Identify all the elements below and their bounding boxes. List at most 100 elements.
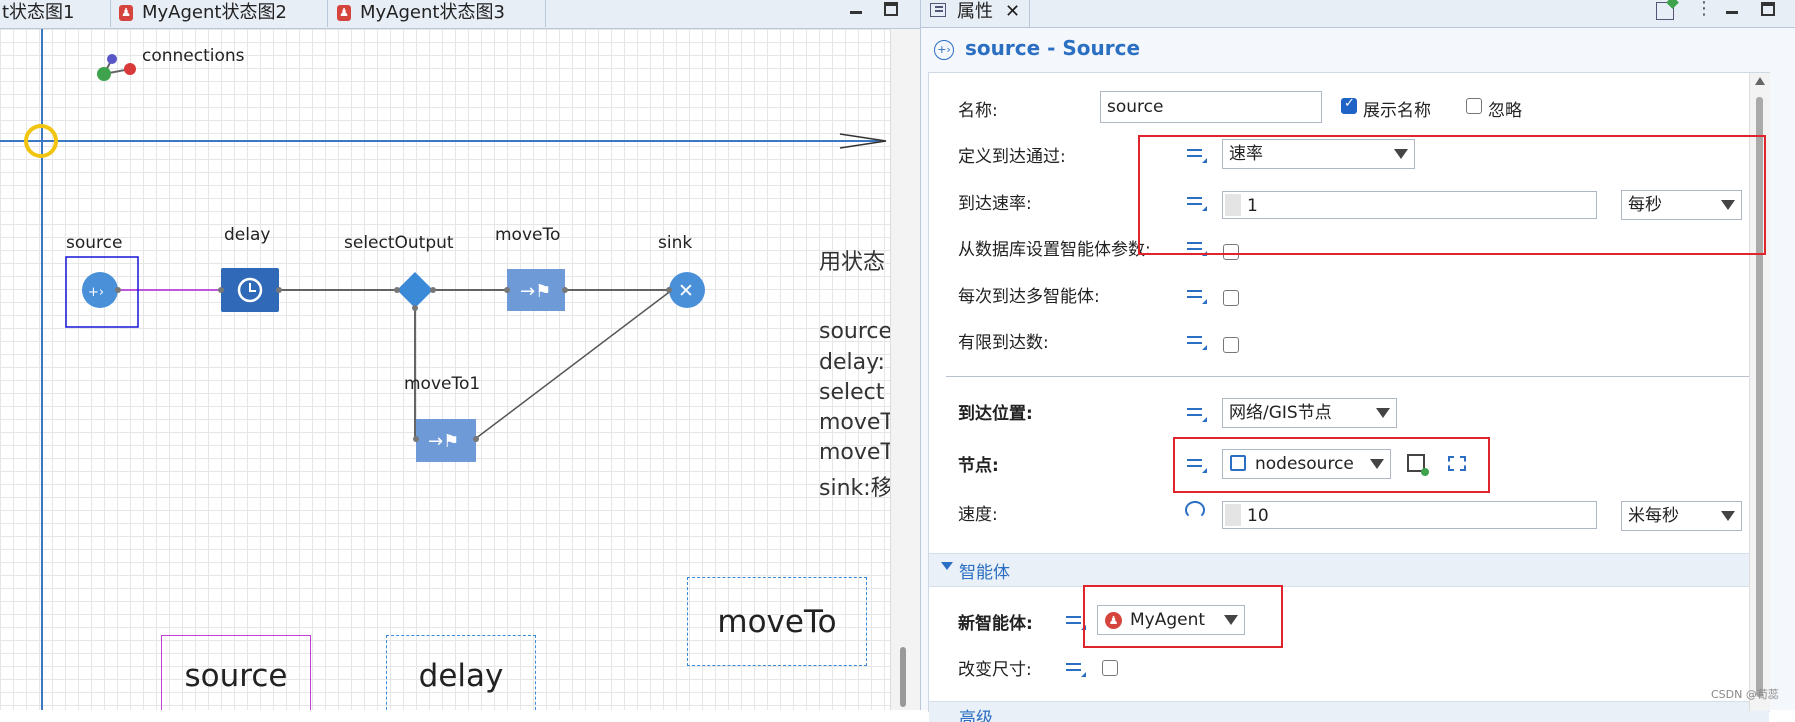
collapse-icon: [941, 562, 953, 570]
name-field[interactable]: source: [1100, 91, 1322, 123]
ignore-checkbox[interactable]: [1466, 98, 1482, 114]
x-axis-arrow: [839, 133, 887, 149]
close-icon[interactable]: ✕: [1005, 0, 1020, 24]
advanced-section-title: 高级: [959, 709, 993, 722]
source-text-box[interactable]: source: [161, 635, 311, 710]
static-value-icon[interactable]: [1187, 334, 1207, 350]
show-name-label: 展示名称: [1363, 101, 1431, 121]
moveTo-big-label: moveTo: [717, 604, 837, 640]
node-highlight: [1173, 437, 1490, 493]
description-line: select: [819, 380, 885, 405]
chevron-down-icon: [1376, 408, 1390, 418]
connections-label: connections: [142, 46, 245, 66]
agent-icon: ♟: [337, 5, 351, 21]
moveTo1-node-label: moveTo1: [404, 374, 481, 394]
ignore-label: 忽略: [1488, 101, 1522, 121]
svg-text:✕: ✕: [678, 280, 694, 302]
maximize-icon[interactable]: [1761, 2, 1775, 16]
dynamic-value-icon[interactable]: [1185, 501, 1205, 519]
source-big-label: source: [184, 658, 288, 694]
speed-value: 10: [1247, 506, 1269, 526]
watermark: CSDN @荀蕊: [1711, 688, 1779, 701]
limited-arrivals-label: 有限到达数:: [958, 333, 1049, 353]
properties-tab-label[interactable]: 属性: [957, 0, 993, 24]
scrollbar-thumb[interactable]: [900, 647, 906, 707]
arrival-location-label: 到达位置:: [958, 404, 1033, 424]
sink-node-label: sink: [658, 233, 693, 253]
speed-label: 速度:: [958, 505, 998, 525]
editor-area: t状态图1 ♟ MyAgent状态图2 ♟ MyAgent状态图3 +› →⚑ …: [0, 0, 920, 710]
properties-title: source - Source: [965, 36, 1141, 60]
maximize-icon[interactable]: [884, 2, 898, 16]
scroll-up-icon[interactable]: [1755, 77, 1765, 85]
description-line: source: [819, 319, 890, 344]
source-block-icon: +›: [934, 40, 954, 60]
delay-text-box[interactable]: delay: [386, 635, 536, 710]
connector-moveTo1-sink[interactable]: [474, 289, 673, 440]
delay-node-label: delay: [224, 225, 271, 245]
description-line: sink:移: [819, 476, 890, 501]
svg-text:→⚑: →⚑: [520, 281, 551, 302]
moveTo-text-box[interactable]: moveTo: [687, 577, 867, 666]
multi-agents-checkbox[interactable]: [1223, 290, 1239, 306]
new-agent-highlight: [1083, 585, 1283, 648]
description-line: 用状态: [819, 250, 886, 275]
tab-statechart-3[interactable]: ♟ MyAgent状态图3: [329, 0, 546, 27]
editor-scrollbar[interactable]: [890, 29, 920, 710]
origin-marker[interactable]: [24, 124, 58, 158]
static-value-icon[interactable]: [1187, 406, 1207, 422]
connections-icon: [97, 54, 136, 81]
tab-label: MyAgent状态图3: [360, 2, 505, 23]
properties-icon: [930, 3, 946, 17]
diagram-canvas[interactable]: +› →⚑ ✕ →⚑ connections source delay sele…: [0, 29, 890, 710]
properties-header: +› source - Source: [921, 28, 1795, 70]
minimize-icon[interactable]: [1724, 2, 1740, 16]
description-line: moveT: [819, 410, 890, 435]
editor-tab-bar: t状态图1 ♟ MyAgent状态图2 ♟ MyAgent状态图3: [0, 0, 920, 29]
agent-section-header[interactable]: 智能体: [929, 553, 1769, 587]
node-label: 节点:: [958, 456, 999, 476]
properties-panel: 属性 ✕ ⋮ +› source - Source 名称: source ✓ 展…: [920, 0, 1795, 722]
resize-checkbox[interactable]: [1102, 660, 1118, 676]
properties-tab-bar: 属性 ✕ ⋮: [921, 0, 1795, 28]
edit-icon[interactable]: [1656, 0, 1679, 20]
selectOutput-node-label: selectOutput: [344, 233, 454, 253]
moveTo-node-label: moveTo: [495, 225, 561, 245]
svg-text:→⚑: →⚑: [428, 431, 459, 452]
arrival-location-value: 网络/GIS节点: [1229, 403, 1332, 423]
static-value-icon[interactable]: [1066, 661, 1086, 677]
tab-label: MyAgent状态图2: [142, 2, 287, 23]
chevron-down-icon: [1721, 511, 1735, 521]
arrival-rate-label: 到达速率:: [958, 194, 1032, 214]
speed-unit-value: 米每秒: [1628, 506, 1679, 526]
arrival-settings-highlight: [1138, 135, 1766, 255]
tab-statechart-2[interactable]: ♟ MyAgent状态图2: [111, 0, 328, 27]
db-params-label: 从数据库设置智能体参数:: [958, 240, 1151, 260]
tab-statechart-1[interactable]: t状态图1: [0, 0, 111, 27]
svg-text:+›: +›: [88, 285, 104, 300]
limited-arrivals-checkbox[interactable]: [1223, 337, 1239, 353]
source-node-label: source: [66, 233, 123, 253]
description-line: moveT: [819, 440, 890, 465]
static-value-icon[interactable]: [1187, 288, 1207, 304]
tab-divider: [1029, 0, 1030, 27]
speed-unit-dropdown[interactable]: 米每秒: [1621, 501, 1742, 531]
agent-icon: ♟: [119, 5, 133, 21]
view-menu-icon[interactable]: ⋮: [1695, 0, 1713, 21]
multi-agents-label: 每次到达多智能体:: [958, 287, 1100, 307]
description-text-block: 用状态 source delay: select moveT moveT sin…: [819, 244, 890, 544]
arrival-location-dropdown[interactable]: 网络/GIS节点: [1222, 398, 1397, 428]
name-label: 名称:: [958, 101, 998, 121]
description-line: delay:: [819, 350, 885, 375]
advanced-section-header[interactable]: 高级: [929, 701, 1769, 722]
speed-field[interactable]: 10: [1222, 501, 1597, 529]
minimize-icon[interactable]: [848, 2, 864, 16]
delay-big-label: delay: [418, 658, 504, 694]
new-agent-label: 新智能体:: [958, 614, 1033, 634]
selectOutput-node-icon[interactable]: [397, 272, 433, 308]
tab-label: t状态图1: [2, 2, 75, 23]
arrival-defined-label: 定义到达通过:: [958, 147, 1066, 167]
show-name-checkbox[interactable]: ✓: [1341, 96, 1357, 114]
section-divider: [946, 376, 1758, 377]
resize-label: 改变尺寸:: [958, 660, 1032, 680]
